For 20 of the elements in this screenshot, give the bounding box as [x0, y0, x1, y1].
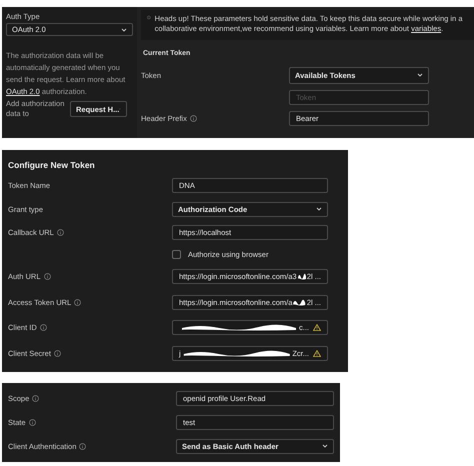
- info-icon: [147, 14, 151, 21]
- redaction-scribble: [293, 298, 306, 307]
- info-icon: [56, 229, 64, 236]
- chevron-down-icon: [322, 444, 328, 448]
- checkbox[interactable]: [172, 250, 181, 259]
- info-icon: [54, 350, 61, 357]
- info-icon: [79, 442, 86, 450]
- warning-icon: [313, 324, 321, 332]
- section-title: Configure New Token: [8, 160, 96, 170]
- chevron-down-icon: [121, 28, 127, 32]
- info-icon: [32, 395, 40, 402]
- redaction-scribble: [298, 272, 306, 282]
- chevron-down-icon: [417, 73, 423, 77]
- info-icon: [74, 298, 82, 306]
- warning-icon: [313, 350, 321, 357]
- chevron-down-icon: [316, 207, 322, 212]
- info-icon: [40, 324, 47, 332]
- info-icon: [28, 419, 36, 426]
- info-icon: [44, 273, 51, 280]
- info-icon: [190, 114, 197, 122]
